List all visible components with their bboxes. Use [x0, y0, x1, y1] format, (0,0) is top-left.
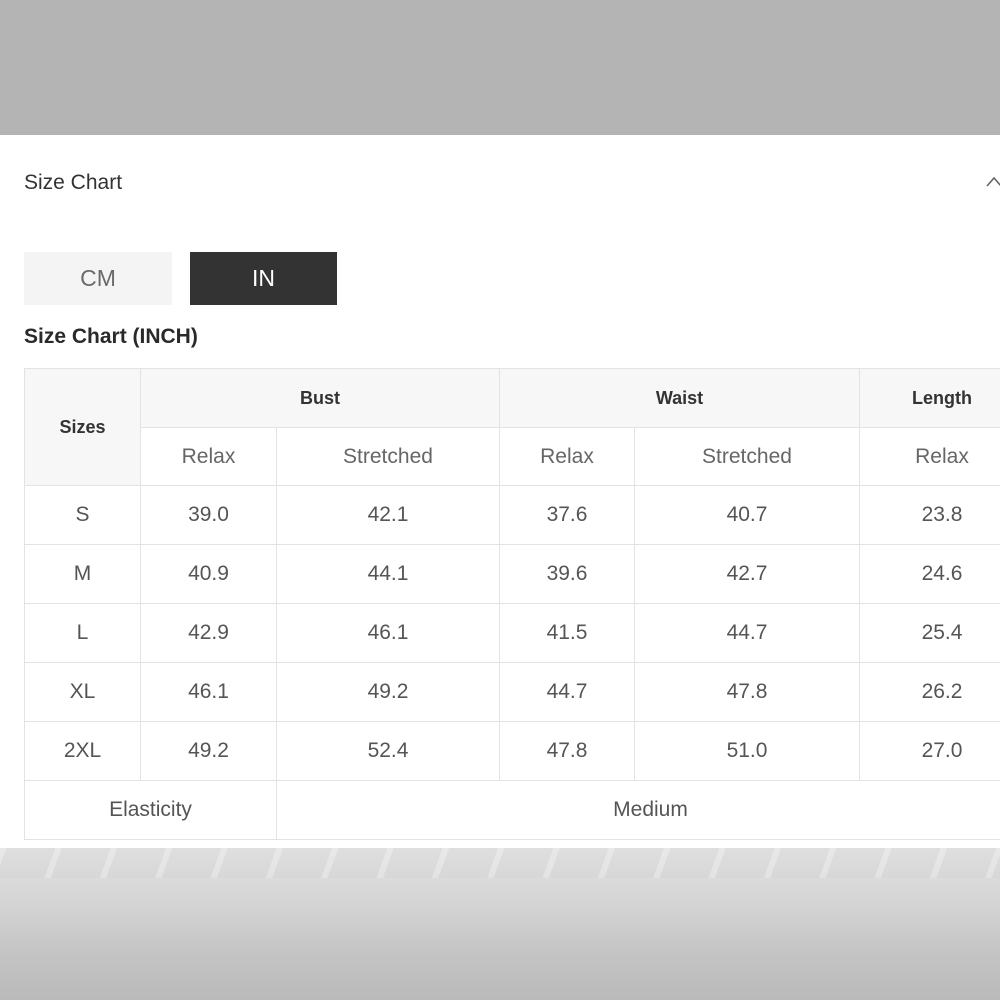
top-background [0, 0, 1000, 135]
subheader-cell: Relax [859, 427, 1000, 486]
elasticity-row: Elasticity Medium [24, 780, 1000, 840]
size-cell: S [24, 485, 141, 545]
value-cell: 39.0 [140, 485, 277, 545]
value-cell: 26.2 [859, 662, 1000, 722]
bust-header: Bust [140, 368, 500, 428]
table-header-row: Sizes Bust Waist Length [24, 368, 1000, 486]
table-row: S 39.0 42.1 37.6 40.7 23.8 [24, 485, 1000, 545]
table-row: XL 46.1 49.2 44.7 47.8 26.2 [24, 662, 1000, 722]
elasticity-value: Medium [276, 780, 1000, 840]
value-cell: 23.8 [859, 485, 1000, 545]
value-cell: 44.7 [634, 603, 860, 663]
value-cell: 46.1 [140, 662, 277, 722]
panel-title: Size Chart [24, 171, 123, 194]
value-cell: 51.0 [634, 721, 860, 781]
value-cell: 40.7 [634, 485, 860, 545]
table-subheader-row: Relax Stretched Relax Stretched Relax [25, 427, 1000, 486]
value-cell: 46.1 [276, 603, 500, 663]
size-cell: XL [24, 662, 141, 722]
subheader-cell: Stretched [634, 427, 860, 486]
value-cell: 52.4 [276, 721, 500, 781]
value-cell: 44.1 [276, 544, 500, 604]
value-cell: 42.1 [276, 485, 500, 545]
size-cell: L [24, 603, 141, 663]
value-cell: 27.0 [859, 721, 1000, 781]
value-cell: 44.7 [499, 662, 635, 722]
unit-cm-button[interactable]: CM [24, 252, 172, 305]
table-title: Size Chart (INCH) [24, 325, 198, 348]
table-row: L 42.9 46.1 41.5 44.7 25.4 [24, 603, 1000, 663]
size-chart-panel: Size Chart CM IN Size Chart (INCH) Sizes… [0, 135, 1000, 848]
length-header: Length [859, 368, 1000, 428]
bottom-texture [0, 848, 1000, 878]
value-cell: 47.8 [499, 721, 635, 781]
table-row: 2XL 49.2 52.4 47.8 51.0 27.0 [24, 721, 1000, 781]
table-row: M 40.9 44.1 39.6 42.7 24.6 [24, 544, 1000, 604]
size-cell: M [24, 544, 141, 604]
waist-header: Waist [499, 368, 860, 428]
subheader-cell: Relax [499, 427, 635, 486]
value-cell: 39.6 [499, 544, 635, 604]
sizes-header: Sizes [24, 368, 141, 486]
value-cell: 47.8 [634, 662, 860, 722]
chevron-up-icon[interactable] [986, 173, 1000, 193]
value-cell: 25.4 [859, 603, 1000, 663]
value-cell: 40.9 [140, 544, 277, 604]
value-cell: 37.6 [499, 485, 635, 545]
value-cell: 49.2 [140, 721, 277, 781]
value-cell: 41.5 [499, 603, 635, 663]
elasticity-label: Elasticity [24, 780, 277, 840]
value-cell: 49.2 [276, 662, 500, 722]
unit-in-button[interactable]: IN [190, 252, 337, 305]
size-cell: 2XL [24, 721, 141, 781]
size-table: Sizes Bust Waist Length Relax Stretched … [24, 368, 1000, 840]
value-cell: 42.9 [140, 603, 277, 663]
value-cell: 42.7 [634, 544, 860, 604]
value-cell: 24.6 [859, 544, 1000, 604]
subheader-cell: Stretched [276, 427, 500, 486]
subheader-cell: Relax [140, 427, 277, 486]
